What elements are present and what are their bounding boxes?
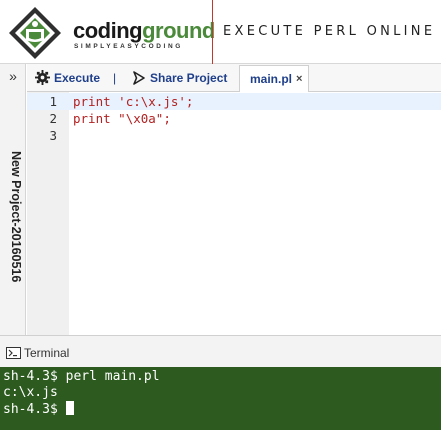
string-literal: "\x0a"; xyxy=(110,111,171,126)
page-title: EXECUTE PERL ONLINE xyxy=(223,24,436,39)
terminal-tab[interactable]: Terminal xyxy=(6,346,69,360)
terminal-prompt: sh-4.3$ xyxy=(3,402,66,417)
brand-part-2: ground xyxy=(142,18,215,43)
project-name-label: New Project-20160516 xyxy=(9,151,23,283)
keyword: print xyxy=(73,94,111,109)
terminal-header: Terminal xyxy=(0,335,441,367)
code-line[interactable]: 3 xyxy=(27,127,441,144)
app-header: codingground SIMPLYEASYCODING EXECUTE PE… xyxy=(0,0,441,64)
terminal-line: c:\x.js xyxy=(3,385,58,400)
terminal-line: sh-4.3$ perl main.pl xyxy=(3,369,160,384)
project-sidebar: » New Project-20160516 xyxy=(0,64,26,335)
keyword: print xyxy=(73,111,111,126)
execute-button[interactable]: Execute xyxy=(35,69,100,87)
code-editor[interactable]: 1 print 'c:\x.js'; 2 print "\x0a"; 3 xyxy=(27,92,441,335)
terminal-icon xyxy=(6,347,21,359)
header-divider xyxy=(212,0,213,64)
code-line[interactable]: 2 print "\x0a"; xyxy=(27,110,441,127)
terminal-cursor xyxy=(65,401,74,415)
share-project-label: Share Project xyxy=(150,71,228,85)
tab-main-pl[interactable]: main.pl × xyxy=(239,65,309,93)
terminal-label: Terminal xyxy=(24,346,70,360)
codingground-logo[interactable]: codingground SIMPLYEASYCODING xyxy=(6,4,216,60)
editor-toolbar: Execute | Share Project main.pl × xyxy=(27,64,441,93)
code-text: print 'c:\x.js'; xyxy=(73,93,193,110)
line-number: 3 xyxy=(49,128,57,143)
gear-icon xyxy=(35,70,50,85)
terminal-prompt-line[interactable]: sh-4.3$ xyxy=(3,401,438,417)
brand-part-1: coding xyxy=(73,18,143,43)
code-text: print "\x0a"; xyxy=(73,110,171,127)
share-icon xyxy=(133,71,145,85)
line-number: 2 xyxy=(49,111,57,126)
execute-label: Execute xyxy=(54,71,101,85)
toolbar-separator: | xyxy=(113,71,117,85)
line-number: 1 xyxy=(49,94,57,109)
double-chevron-right-icon[interactable]: » xyxy=(5,69,21,85)
share-project-button[interactable]: Share Project xyxy=(132,69,227,87)
brand-name: codingground xyxy=(73,20,215,42)
brand-tagline: SIMPLYEASYCODING xyxy=(74,43,183,50)
project-name[interactable]: New Project-20160516 xyxy=(4,151,23,314)
string-literal: 'c:\x.js'; xyxy=(110,94,194,109)
terminal-output[interactable]: sh-4.3$ perl main.pl c:\x.js sh-4.3$ xyxy=(0,367,441,430)
tab-label: main.pl xyxy=(250,72,293,86)
code-line[interactable]: 1 print 'c:\x.js'; xyxy=(27,93,441,110)
logo-mark-icon xyxy=(9,7,61,59)
close-icon[interactable]: × xyxy=(296,66,302,92)
